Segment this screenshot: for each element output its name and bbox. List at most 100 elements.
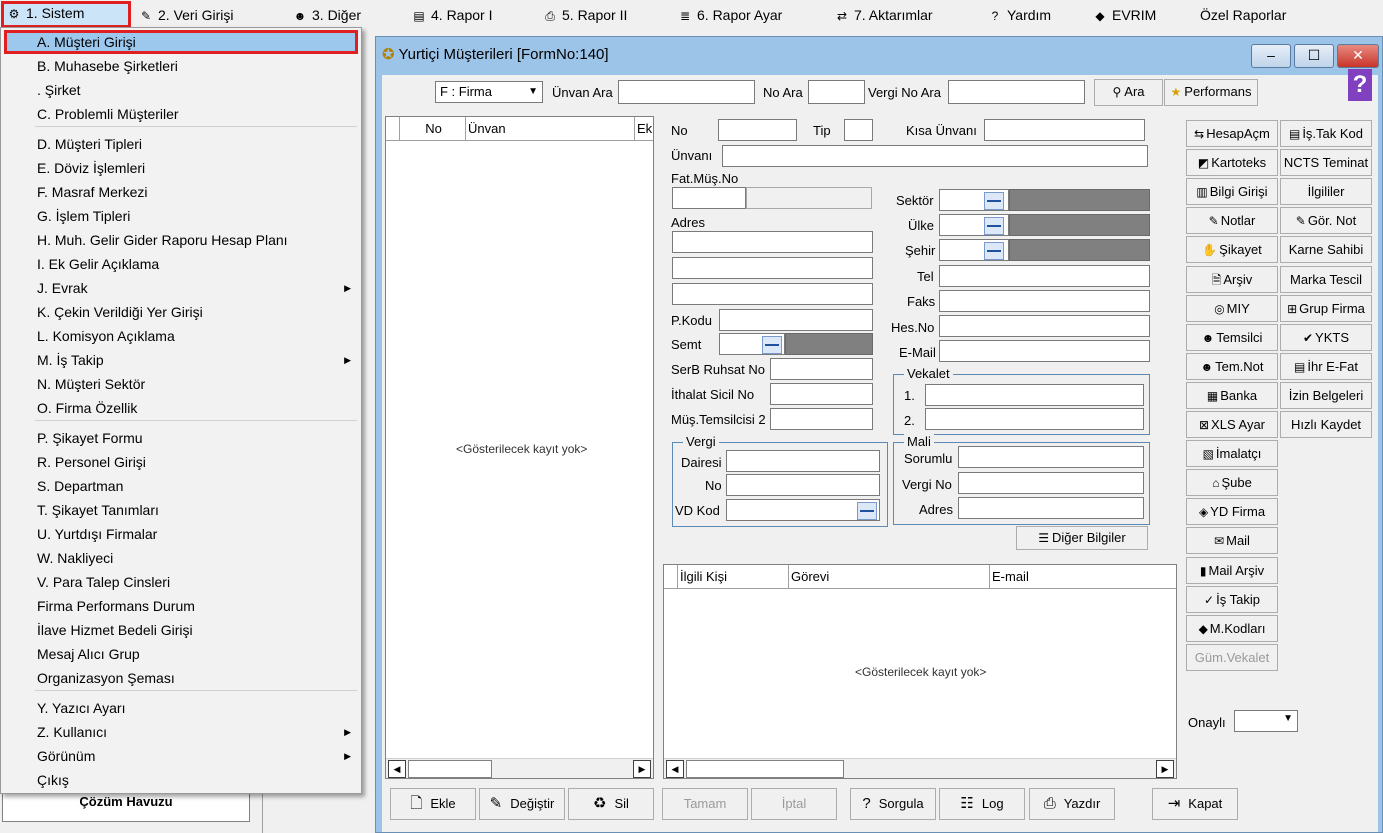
action-button[interactable]: Hızlı Kaydet [1280,411,1372,438]
close-button[interactable]: ✕ [1337,44,1379,68]
bottom-button[interactable]: ? Sorgula [850,788,936,820]
unvan-input[interactable] [722,145,1148,167]
kisa-unvan-input[interactable] [984,119,1145,141]
dropdown-item[interactable]: A. Müşteri Girişi [4,30,358,54]
action-button[interactable]: İlgililer [1280,178,1372,206]
mus-temsilcisi-input[interactable] [770,408,873,430]
hes-no-input[interactable] [939,315,1150,337]
cozum-havuzu-panel[interactable]: Çözüm Havuzu [2,790,250,822]
action-button[interactable]: ✎ Notlar [1186,207,1278,235]
menu-rapor-ayar[interactable]: ≣ 6. Rapor Ayar [673,4,786,26]
sektor-input[interactable] [939,189,1009,211]
faks-input[interactable] [939,290,1150,312]
scroll-left-icon[interactable]: ◀ [388,760,406,778]
dropdown-item[interactable]: C. Problemli Müşteriler [1,102,361,126]
action-button[interactable]: ✎ Gör. Not [1280,207,1372,235]
action-button[interactable]: ◈ YD Firma [1186,498,1278,526]
action-button[interactable]: İzin Belgeleri [1280,381,1372,409]
menu-yardim[interactable]: ? Yardım [983,4,1055,26]
dropdown-item[interactable]: J. Evrak ▶ [1,276,361,300]
dropdown-item[interactable]: D. Müşteri Tipleri [1,132,361,156]
menu-aktarimlar[interactable]: ⇄ 7. Aktarımlar [830,4,937,26]
dropdown-item[interactable]: T. Şikayet Tanımları [1,498,361,522]
semt-input[interactable] [719,333,785,355]
tel-input[interactable] [939,265,1150,287]
fat-mus-no-input[interactable] [672,187,746,209]
dropdown-item[interactable]: S. Departman [1,474,361,498]
mali-vergi-no-input[interactable] [958,472,1144,494]
menu-rapor-1[interactable]: ▤ 4. Rapor I [407,4,496,26]
action-button[interactable]: ▦ Banka [1186,381,1278,409]
contact-horizontal-scrollbar[interactable]: ◀ ▶ [664,758,1176,778]
sehir-lookup-button[interactable] [984,242,1004,260]
diger-bilgiler-button[interactable]: ☰ Diğer Bilgiler [1016,526,1148,550]
vergi-no-ara-input[interactable] [948,80,1085,104]
menu-sistem[interactable]: ⚙ 1. Sistem [1,1,131,28]
ara-button[interactable]: ⚲ Ara [1094,79,1163,106]
menu-veri-girisi[interactable]: ✎ 2. Veri Girişi [134,4,237,26]
scroll-thumb[interactable] [408,760,492,778]
action-button[interactable]: ⇆ HesapAçm [1186,120,1278,147]
menu-diger[interactable]: ☻ 3. Diğer [288,4,365,26]
action-button[interactable]: ▥ Bilgi Girişi [1186,178,1278,206]
pkodu-input[interactable] [719,309,873,331]
vd-kod-input[interactable] [726,499,880,521]
dropdown-item[interactable]: Organizasyon Şeması [1,666,361,690]
action-button[interactable]: ✉ Mail [1186,527,1278,555]
action-button[interactable]: ✋ Şikayet [1186,236,1278,264]
adres-line-3[interactable] [672,283,873,305]
sektor-lookup-button[interactable] [984,192,1004,210]
action-button[interactable]: ✓ İş Takip [1186,585,1278,613]
action-button[interactable]: ▤ İş.Tak Kod [1280,120,1372,147]
dropdown-item[interactable]: V. Para Talep Cinsleri [1,570,361,594]
dropdown-item[interactable]: . Şirket [1,78,361,102]
action-button[interactable]: ◎ MIY [1186,294,1278,322]
onayli-select[interactable]: ▼ [1234,710,1298,732]
unvan-ara-input[interactable] [618,80,755,104]
type-select[interactable]: F : Firma ▼ [435,81,543,103]
tip-input[interactable] [844,119,873,141]
vekalet-1-input[interactable] [925,384,1144,406]
maximize-button[interactable]: ☐ [1294,44,1334,68]
menu-ozel-raporlar[interactable]: Özel Raporlar [1196,4,1290,26]
ulke-input[interactable] [939,214,1009,236]
dropdown-item[interactable]: K. Çekin Verildiği Yer Girişi [1,300,361,324]
dropdown-item[interactable]: Z. Kullanıcı ▶ [1,720,361,744]
mali-sorumlu-input[interactable] [958,446,1144,468]
vd-kod-lookup-button[interactable] [857,502,877,520]
horizontal-scrollbar[interactable]: ◀ ▶ [386,758,653,778]
mali-adres-input[interactable] [958,497,1144,519]
col-ek[interactable]: Ek [635,117,653,141]
col-unvan[interactable]: Ünvan [466,117,635,141]
dropdown-item[interactable]: R. Personel Girişi [1,450,361,474]
action-button[interactable]: ▤ İhr E-Fat [1280,352,1372,380]
dropdown-item[interactable]: Görünüm ▶ [1,744,361,768]
dropdown-item[interactable]: W. Nakliyeci [1,546,361,570]
col-gorevi[interactable]: Görevi [789,565,990,589]
dropdown-item[interactable]: H. Muh. Gelir Gider Raporu Hesap Planı [1,228,361,252]
dropdown-item[interactable]: O. Firma Özellik [1,396,361,420]
action-button[interactable]: ◩ Kartoteks [1186,149,1278,177]
col-ilgili-kisi[interactable]: İlgili Kişi [678,565,789,589]
action-button[interactable]: 🗎 Arşiv [1186,265,1278,293]
col-no[interactable]: No [400,117,466,141]
help-icon[interactable]: ? [1348,69,1372,101]
no-ara-input[interactable] [808,80,865,104]
vekalet-2-input[interactable] [925,408,1144,430]
action-button[interactable]: ⌂ Şube [1186,469,1278,497]
dropdown-item[interactable]: N. Müşteri Sektör [1,372,361,396]
ithalat-sicil-input[interactable] [770,383,873,405]
action-button[interactable]: Marka Tescil [1280,265,1372,293]
action-button[interactable]: ✔ YKTS [1280,323,1372,351]
action-button[interactable]: NCTS Teminat [1280,149,1372,177]
no-input[interactable] [718,119,797,141]
scroll-right-icon[interactable]: ▶ [1156,760,1174,778]
performans-button[interactable]: ★ Performans [1164,79,1258,106]
scroll-right-icon[interactable]: ▶ [633,760,651,778]
menu-rapor-2[interactable]: ⎙ 5. Rapor II [538,4,631,26]
dropdown-item[interactable]: I. Ek Gelir Açıklama [1,252,361,276]
bottom-button[interactable]: ⎙ Yazdır [1029,788,1115,820]
dropdown-item[interactable]: B. Muhasebe Şirketleri [1,54,361,78]
dropdown-item[interactable]: E. Döviz İşlemleri [1,156,361,180]
scroll-left-icon[interactable]: ◀ [666,760,684,778]
